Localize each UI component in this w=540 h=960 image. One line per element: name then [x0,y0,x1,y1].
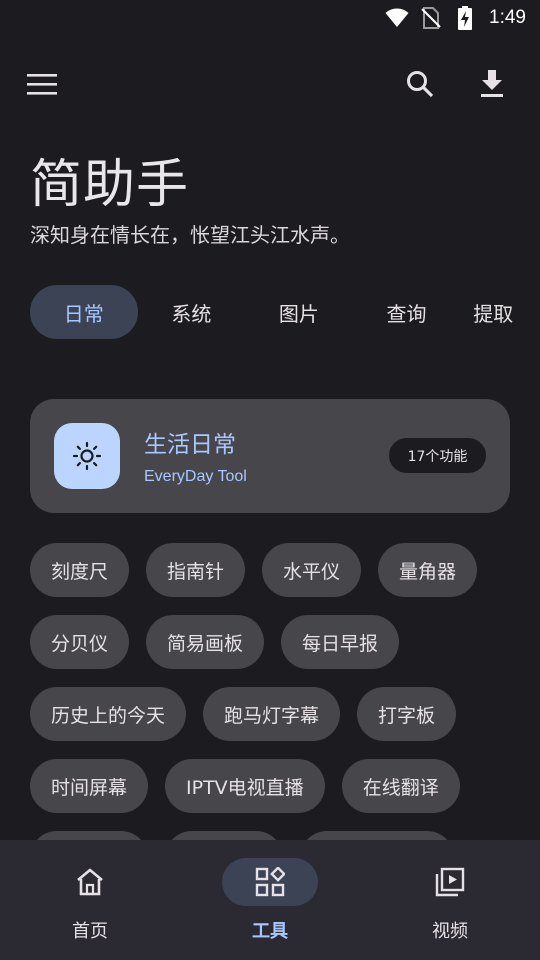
chip-row: 时间屏幕 IPTV电视直播 在线翻译 [30,759,510,813]
nav-tools[interactable]: 工具 [180,840,360,960]
chip-row: 历史上的今天 跑马灯字幕 打字板 [30,687,510,741]
tool-chip-protractor[interactable]: 量角器 [378,543,478,597]
bottom-navigation: 首页 工具 视频 [0,840,540,960]
nav-video[interactable]: 视频 [360,840,540,960]
search-icon [407,71,434,98]
wifi-icon [385,6,409,30]
search-button[interactable] [398,62,442,106]
sun-icon [72,441,102,471]
tool-chip-iptv[interactable]: IPTV电视直播 [165,759,325,813]
battery-charging-icon [453,6,477,30]
category-tabs: 日常 系统 图片 查询 提取 [30,285,540,339]
nav-video-indicator [402,858,498,906]
tool-chip-daily-news[interactable]: 每日早报 [281,615,400,669]
tool-chip-list: 刻度尺 指南针 水平仪 量角器 分贝仪 简易画板 每日早报 历史上的今天 跑马灯… [30,543,510,885]
tool-chip-marquee[interactable]: 跑马灯字幕 [203,687,341,741]
tool-chip-typing-board[interactable]: 打字板 [357,687,457,741]
menu-icon [27,74,57,95]
menu-button[interactable] [20,62,64,106]
category-card[interactable]: 生活日常 EveryDay Tool 17个功能 [30,399,510,513]
widgets-icon [255,867,285,897]
tool-chip-ruler[interactable]: 刻度尺 [30,543,130,597]
download-button[interactable] [470,62,514,106]
feature-count-badge: 17个功能 [389,438,486,473]
tool-chip-today-in-history[interactable]: 历史上的今天 [30,687,187,741]
category-title: 生活日常 [144,432,236,458]
chip-row: 刻度尺 指南针 水平仪 量角器 [30,543,510,597]
tab-image[interactable]: 图片 [245,285,353,339]
tab-daily[interactable]: 日常 [30,285,138,339]
tab-query[interactable]: 查询 [353,285,461,339]
nav-video-label: 视频 [432,921,468,942]
page-title: 简助手 [30,155,190,215]
nav-tools-indicator [222,858,318,906]
download-icon [481,70,503,97]
tool-chip-decibel-meter[interactable]: 分贝仪 [30,615,130,669]
status-bar: 1:49 [0,0,540,36]
nav-home-label: 首页 [72,921,108,942]
tool-chip-compass[interactable]: 指南针 [146,543,246,597]
page-subtitle: 深知身在情长在，怅望江头江水声。 [30,223,350,247]
tool-chip-clock-screen[interactable]: 时间屏幕 [30,759,149,813]
app-bar [0,60,540,108]
chip-row: 分贝仪 简易画板 每日早报 [30,615,510,669]
tool-chip-translate[interactable]: 在线翻译 [341,759,460,813]
nav-tools-label: 工具 [252,921,288,942]
tab-extract[interactable]: 提取 [460,285,540,339]
tab-system[interactable]: 系统 [138,285,246,339]
nav-home-indicator [42,858,138,906]
category-subtitle: EveryDay Tool [144,468,247,485]
category-icon-badge [54,423,120,489]
home-icon [77,868,103,896]
tool-chip-drawing-board[interactable]: 简易画板 [146,615,265,669]
tool-chip-level[interactable]: 水平仪 [262,543,362,597]
status-time: 1:49 [489,7,526,28]
no-sim-icon [419,6,443,30]
video-library-icon [435,867,465,897]
nav-home[interactable]: 首页 [0,840,180,960]
